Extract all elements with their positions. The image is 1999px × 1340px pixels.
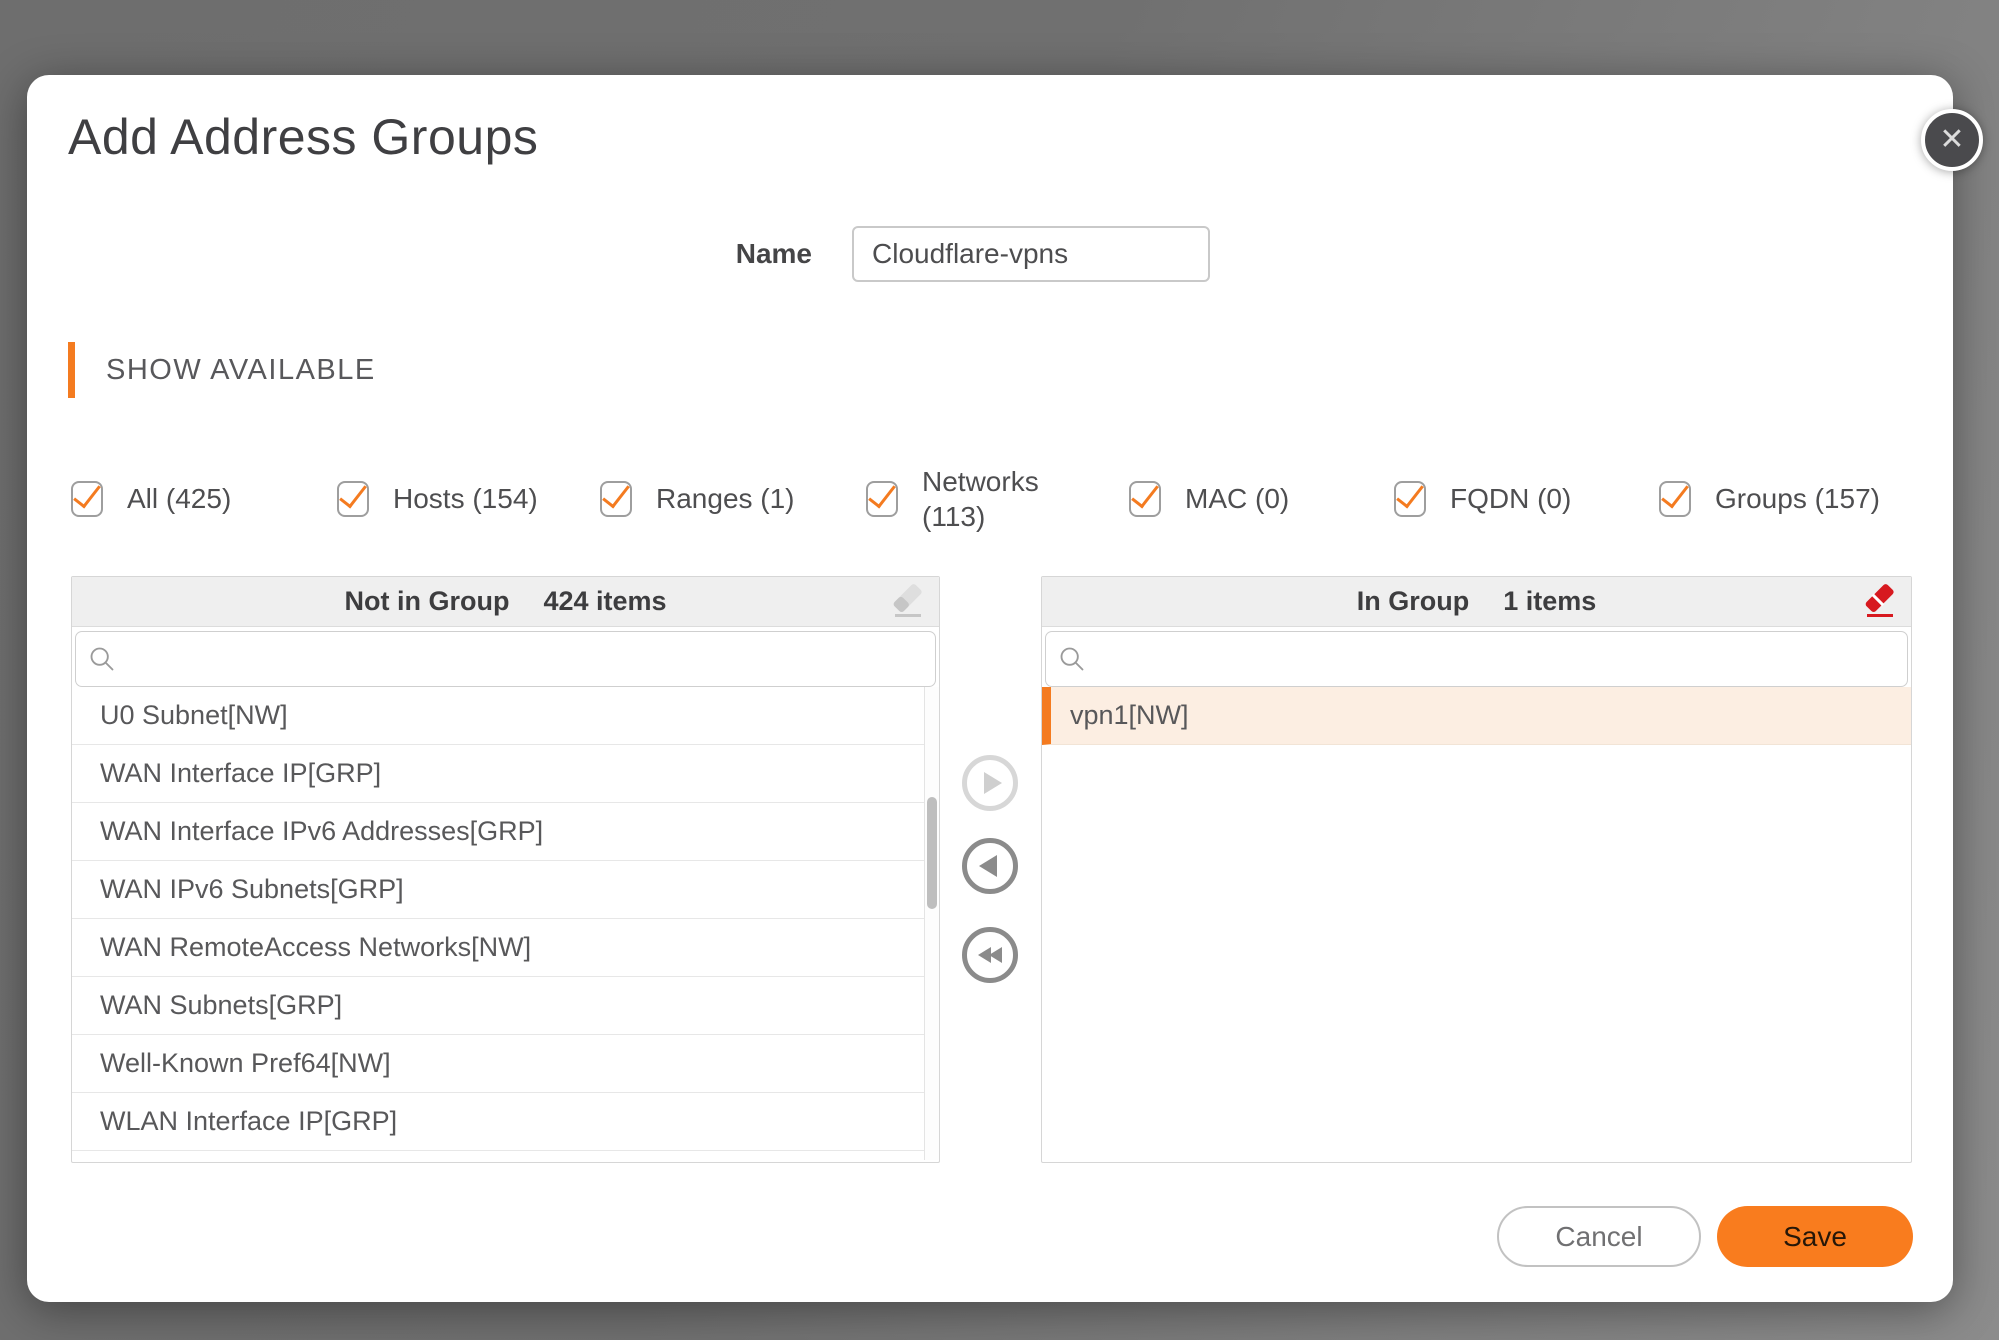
search-icon [1058,645,1086,673]
list-item[interactable]: WLAN Interface IP[GRP] [72,1093,924,1151]
filter-all: All (425) [71,461,231,537]
close-icon: ✕ [1939,125,1964,155]
cancel-button[interactable]: Cancel [1497,1206,1701,1267]
filter-label: Networks (113) [922,464,1050,534]
checkbox-fqdn[interactable] [1394,481,1426,517]
filter-label: MAC (0) [1185,483,1289,515]
move-to-group-button[interactable] [962,755,1018,811]
filter-groups: Groups (157) [1659,461,1880,537]
list-item[interactable]: U0 Subnet[NW] [72,687,924,745]
filter-mac: MAC (0) [1129,461,1289,537]
dimmed-overlay: Add Address Groups ✕ Name SHOW AVAILABLE… [0,0,1999,1340]
panel-title: Not in Group [344,586,509,617]
checkbox-all[interactable] [71,481,103,517]
panel-title: In Group [1357,586,1469,617]
in-group-list: vpn1[NW] [1042,687,1911,1160]
checkbox-groups[interactable] [1659,481,1691,517]
section-header: SHOW AVAILABLE [106,342,376,398]
list-item[interactable]: WAN Subnets[GRP] [72,977,924,1035]
checkbox-mac[interactable] [1129,481,1161,517]
not-in-group-search [75,631,936,687]
in-group-header: In Group 1 items [1042,577,1911,627]
panel-count: 424 items [543,586,666,617]
in-group-search [1045,631,1908,687]
eraser-icon [888,581,928,623]
filter-hosts: Hosts (154) [337,461,538,537]
save-button[interactable]: Save [1717,1206,1913,1267]
name-input[interactable] [852,226,1210,282]
remove-from-group-button[interactable] [962,838,1018,894]
checkbox-hosts[interactable] [337,481,369,517]
eraser-icon [1860,581,1900,623]
arrow-left-icon [979,855,997,877]
not-in-group-panel: Not in Group 424 items [71,576,940,1163]
filter-networks: Networks (113) [866,461,1050,537]
in-group-panel: In Group 1 items [1041,576,1912,1163]
list-item[interactable]: WAN RemoteAccess Networks[NW] [72,919,924,977]
list-scrollbar-thumb[interactable] [927,797,937,909]
checkbox-networks[interactable] [866,481,898,517]
filter-label: Hosts (154) [393,483,538,515]
filter-ranges: Ranges (1) [600,461,795,537]
checkbox-ranges[interactable] [600,481,632,517]
double-arrow-left-icon [989,947,1002,963]
filter-label: All (425) [127,483,231,515]
filter-label: FQDN (0) [1450,483,1571,515]
not-in-group-header: Not in Group 424 items [72,577,939,627]
clear-group-button[interactable] [1859,581,1901,623]
search-input[interactable] [126,632,923,686]
page-title: Add Address Groups [68,105,538,169]
filter-fqdn: FQDN (0) [1394,461,1571,537]
list-item[interactable]: WAN Interface IPv6 Addresses[GRP] [72,803,924,861]
search-icon [88,645,116,673]
close-button[interactable]: ✕ [1921,109,1983,171]
panel-count: 1 items [1503,586,1596,617]
search-input[interactable] [1096,632,1895,686]
list-item[interactable]: WAN IPv6 Subnets[GRP] [72,861,924,919]
list-scrollbar-track[interactable] [924,687,939,1160]
add-address-groups-dialog: Add Address Groups ✕ Name SHOW AVAILABLE… [27,75,1953,1302]
arrow-right-icon [984,772,1002,794]
list-item[interactable]: WAN Interface IP[GRP] [72,745,924,803]
not-in-group-list: U0 Subnet[NW] WAN Interface IP[GRP] WAN … [72,687,939,1160]
section-accent-bar [68,342,75,398]
filter-label: Ranges (1) [656,483,795,515]
clear-list-button[interactable] [887,581,929,623]
list-item[interactable]: Well-Known Pref64[NW] [72,1035,924,1093]
list-item-selected[interactable]: vpn1[NW] [1042,687,1911,745]
name-label: Name [667,226,812,282]
remove-all-from-group-button[interactable] [962,927,1018,983]
filter-label: Groups (157) [1715,483,1880,515]
